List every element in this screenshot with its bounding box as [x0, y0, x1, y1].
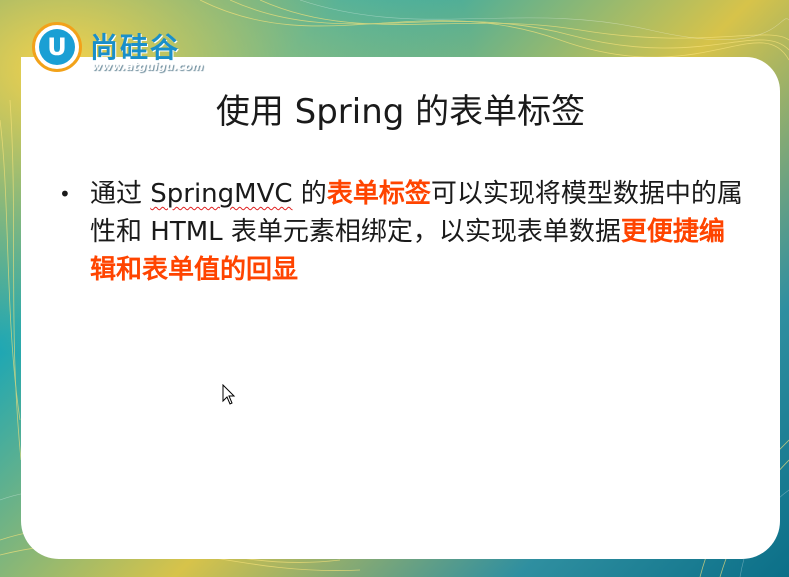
mouse-pointer-icon [222, 384, 236, 405]
atguigu-logo: U 尚硅谷 www.atguigu.com [26, 12, 210, 73]
slide-title: 使用 Spring 的表单标签 [215, 92, 586, 132]
bullet-list: • 通过 SpringMVC 的表单标签可以实现将模型数据中的属性和 HTML 表… [56, 175, 746, 289]
bullet-text-1: 通过 [90, 179, 151, 209]
logo-url: www.atguigu.com [92, 60, 204, 73]
highlight-form-tags: 表单标签 [326, 179, 431, 209]
bullet-text-springmvc: SpringMVC [150, 179, 293, 209]
bullet-text-3: 的 [292, 179, 327, 209]
bullet-item: • 通过 SpringMVC 的表单标签可以实现将模型数据中的属性和 HTML 表… [56, 175, 746, 289]
logo-emblem: U [32, 22, 82, 72]
bullet-marker: • [59, 182, 71, 206]
logo-letter: U [39, 29, 75, 65]
